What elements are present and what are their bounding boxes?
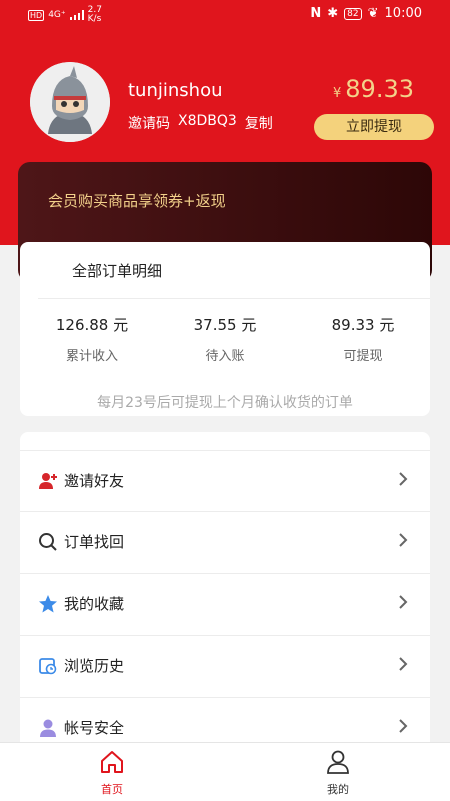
- chevron-right-icon: [399, 719, 408, 733]
- menu-item-favorites[interactable]: 我的收藏: [20, 573, 430, 635]
- avatar-image: [30, 62, 110, 142]
- tab-home[interactable]: 首页: [77, 749, 147, 797]
- balance-amount: ¥ 89.33: [333, 75, 414, 103]
- orders-title[interactable]: 全部订单明细: [72, 260, 162, 281]
- divider: [38, 298, 430, 299]
- chevron-right-icon: [399, 533, 408, 547]
- battery-indicator: 82: [344, 7, 362, 20]
- username: tunjinshou: [128, 80, 223, 101]
- invite-code: X8DBQ3: [178, 113, 237, 129]
- menu-item-label: 订单找回: [64, 533, 125, 551]
- stat-total-income[interactable]: 126.88 元 累计收入: [22, 314, 162, 364]
- avatar[interactable]: [30, 62, 110, 142]
- member-card-text: 会员购买商品享领券+返现: [48, 192, 226, 210]
- clock: 10:00: [384, 6, 422, 21]
- leaf-icon: ❦: [367, 6, 379, 21]
- withdraw-note: 每月23号后可提现上个月确认收货的订单: [97, 395, 353, 411]
- stat-label: 待入账: [205, 349, 245, 364]
- nfc-icon: N: [310, 6, 322, 21]
- menu-card: 邀请好友 订单找回 我的收藏 浏览历史 帐号安全: [20, 432, 430, 752]
- copy-invite-code-button[interactable]: 复制: [245, 113, 273, 133]
- orders-card: 全部订单明细 126.88 元 累计收入 37.55 元 待入账 89.33 元…: [20, 242, 430, 416]
- signal-indicator: 4G⁺: [48, 10, 66, 20]
- network-speed-unit: K/s: [87, 14, 102, 24]
- profile-icon: [327, 750, 349, 774]
- stat-pending[interactable]: 37.55 元 待入账: [155, 314, 295, 364]
- stat-label: 可提现: [343, 349, 383, 364]
- stat-value: 126.88 元: [55, 316, 129, 334]
- chevron-right-icon: [399, 472, 408, 486]
- invite-label: 邀请码: [128, 116, 170, 132]
- menu-item-label: 帐号安全: [64, 719, 125, 737]
- star-icon: [39, 595, 57, 613]
- menu-item-history[interactable]: 浏览历史: [20, 635, 430, 697]
- stat-withdrawable[interactable]: 89.33 元 可提现: [293, 314, 433, 364]
- home-icon: [101, 751, 123, 773]
- status-bar: HD 4G⁺ 2.7 K/s N ✱ 82 ❦ 10:00: [0, 0, 450, 30]
- signal-bars-icon: [69, 10, 84, 20]
- chevron-right-icon: [399, 595, 408, 609]
- stat-value: 89.33 元: [331, 316, 395, 334]
- withdraw-button[interactable]: 立即提现: [314, 114, 434, 140]
- stat-label: 累计收入: [65, 349, 118, 364]
- menu-item-label: 邀请好友: [64, 472, 125, 490]
- hd-badge: HD: [28, 9, 45, 21]
- search-icon: [39, 533, 57, 551]
- balance-value: 89.33: [345, 75, 414, 103]
- bluetooth-icon: ✱: [327, 6, 339, 21]
- stat-value: 37.55 元: [193, 316, 257, 334]
- bottom-tab-bar: 首页 我的: [0, 742, 450, 801]
- chevron-right-icon: [399, 657, 408, 671]
- currency-symbol: ¥: [333, 86, 342, 101]
- tab-profile[interactable]: 我的: [303, 749, 373, 797]
- invite-row: 邀请码 X8DBQ3 复制: [128, 113, 273, 133]
- menu-item-label: 我的收藏: [64, 595, 125, 613]
- tab-label: 我的: [327, 783, 349, 796]
- menu-item-label: 浏览历史: [64, 657, 125, 675]
- menu-item-invite-friends[interactable]: 邀请好友: [20, 450, 430, 512]
- history-icon: [39, 658, 57, 675]
- tab-label: 首页: [101, 783, 123, 796]
- menu-item-order-recovery[interactable]: 订单找回: [20, 511, 430, 573]
- user-icon: [40, 719, 56, 737]
- invite-user-icon: [39, 473, 57, 489]
